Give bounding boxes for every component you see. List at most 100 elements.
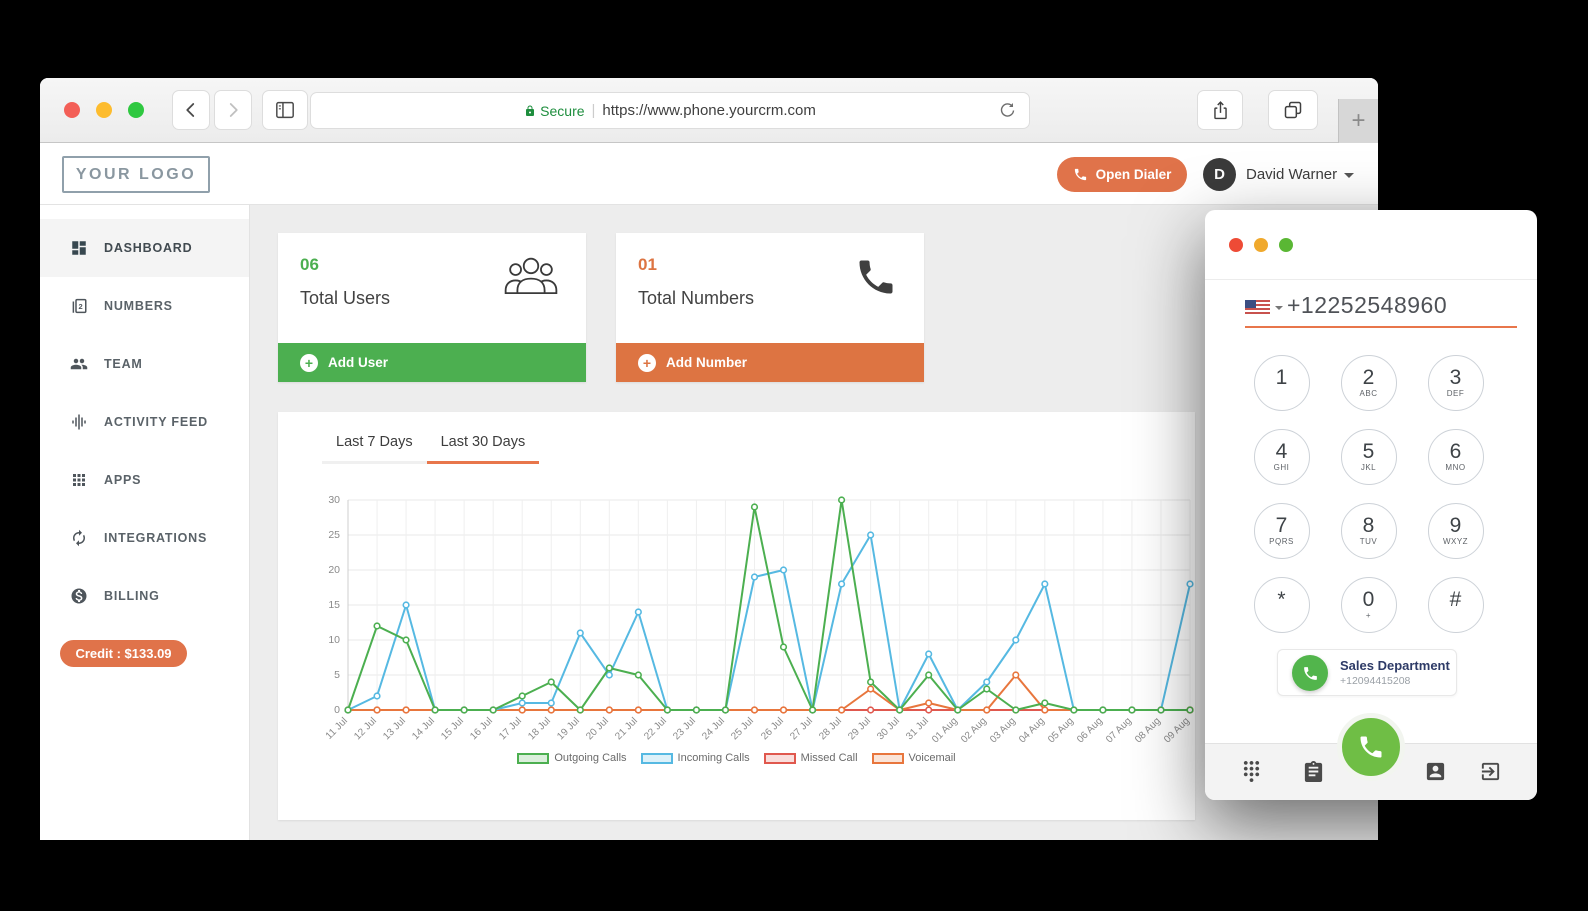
series-line-incoming-calls bbox=[347, 534, 1191, 711]
us-flag-icon[interactable] bbox=[1245, 300, 1270, 315]
key-digit: 5 bbox=[1362, 440, 1375, 463]
stat-label: Total Users bbox=[300, 288, 391, 308]
integrations-icon bbox=[73, 529, 85, 547]
chevron-left-icon bbox=[186, 103, 195, 117]
legend-label: Missed Call bbox=[800, 752, 858, 764]
key-9[interactable]: 9 WXYZ bbox=[1427, 503, 1484, 559]
sidebar-item-label: INTEGRATIONS bbox=[104, 531, 208, 545]
sidebar-item-billing[interactable]: BILLING bbox=[40, 567, 249, 625]
chart-legend: Outgoing Calls Incoming Calls Missed Call V… bbox=[278, 752, 1195, 764]
key-letters: PQRS bbox=[1269, 537, 1294, 546]
key-8[interactable]: 8 TUV bbox=[1340, 503, 1397, 559]
close-window-button[interactable] bbox=[64, 102, 80, 118]
new-tab-button[interactable]: + bbox=[1338, 99, 1378, 143]
dashboard-icon bbox=[72, 241, 86, 255]
stat-card-total-users: 06 Total Users + Add User bbox=[278, 233, 586, 382]
stat-label: Total Numbers bbox=[638, 288, 755, 308]
sidebar-item-activity-feed[interactable]: ACTIVITY FEED bbox=[40, 393, 249, 451]
apps-icon bbox=[73, 474, 85, 486]
share-button[interactable] bbox=[1197, 90, 1243, 130]
key-7[interactable]: 7 PQRS bbox=[1253, 503, 1310, 559]
dialed-number-field[interactable]: +12252548960 bbox=[1287, 292, 1447, 319]
y-axis-tick: 15 bbox=[328, 599, 340, 611]
tab-last-7-days[interactable]: Last 7 Days bbox=[322, 434, 427, 464]
browser-window: Secure | https://www.phone.yourcrm.com +… bbox=[40, 78, 1378, 840]
contact-phone-icon bbox=[1292, 655, 1328, 691]
forward-button[interactable] bbox=[214, 90, 252, 130]
key-digit: 2 bbox=[1362, 366, 1375, 389]
user-name: David Warner bbox=[1246, 166, 1338, 183]
key-letters: DEF bbox=[1446, 389, 1465, 398]
url-separator: | bbox=[591, 102, 596, 119]
card-action-label: Add User bbox=[328, 355, 389, 370]
dialer-zoom-button[interactable] bbox=[1279, 238, 1293, 252]
team-icon bbox=[70, 358, 88, 370]
key-0[interactable]: 0 + bbox=[1340, 577, 1397, 633]
open-dialer-button[interactable]: Open Dialer bbox=[1057, 157, 1187, 192]
sidebar-item-label: NUMBERS bbox=[104, 299, 173, 313]
dialer-close-button[interactable] bbox=[1229, 238, 1243, 252]
plus-circle-icon: + bbox=[300, 353, 318, 372]
key-hash[interactable]: # bbox=[1427, 577, 1484, 633]
legend-item-voicemail[interactable]: Voicemail bbox=[871, 752, 956, 764]
call-log-icon[interactable] bbox=[1302, 760, 1325, 788]
user-menu[interactable]: David Warner bbox=[1246, 166, 1355, 183]
minimize-window-button[interactable] bbox=[96, 102, 112, 118]
y-axis-tick: 5 bbox=[334, 669, 340, 681]
key-digit: 9 bbox=[1449, 514, 1462, 537]
tab-last-30-days[interactable]: Last 30 Days bbox=[426, 434, 540, 464]
dialer-minimize-button[interactable] bbox=[1254, 238, 1268, 252]
key-letters: MNO bbox=[1445, 463, 1466, 472]
app-header: YOUR LOGO Open Dialer D David Warner bbox=[40, 143, 1378, 205]
dialer-window: +12252548960 1 2 ABC 3 DEF 4 GHI 5 JKL 6 MNO 7 PQRS 8… bbox=[1205, 210, 1537, 800]
sidebar-item-label: APPS bbox=[104, 473, 142, 487]
contact-card[interactable]: Sales Department +12094415208 bbox=[1277, 649, 1457, 696]
sidebar-item-label: TEAM bbox=[104, 357, 143, 371]
card-action-label: Add Number bbox=[666, 355, 747, 370]
sidebar-item-dashboard[interactable]: DASHBOARD bbox=[40, 219, 249, 277]
key-1[interactable]: 1 bbox=[1253, 355, 1310, 411]
key-3[interactable]: 3 DEF bbox=[1427, 355, 1484, 411]
key-2[interactable]: 2 ABC bbox=[1340, 355, 1397, 411]
share-icon bbox=[1213, 100, 1227, 119]
plus-circle-icon: + bbox=[638, 353, 656, 372]
svg-text:2: 2 bbox=[78, 302, 83, 311]
sidebar-item-apps[interactable]: APPS bbox=[40, 451, 249, 509]
sidebar-item-team[interactable]: TEAM bbox=[40, 335, 249, 393]
call-button[interactable] bbox=[1337, 713, 1405, 781]
dialpad-icon[interactable] bbox=[1240, 760, 1263, 788]
chart-range-tabs: Last 7 Days Last 30 Days bbox=[322, 434, 540, 464]
key-5[interactable]: 5 JKL bbox=[1340, 429, 1397, 485]
legend-item-missed-call[interactable]: Missed Call bbox=[763, 752, 858, 764]
back-button[interactable] bbox=[172, 90, 210, 130]
url-text: https://www.phone.yourcrm.com bbox=[602, 102, 816, 119]
key-letters: + bbox=[1365, 611, 1372, 620]
refresh-button[interactable] bbox=[998, 101, 1017, 124]
legend-item-outgoing-calls[interactable]: Outgoing Calls bbox=[517, 752, 627, 764]
key-star[interactable]: * bbox=[1253, 577, 1310, 633]
sidebar-item-numbers[interactable]: 2 NUMBERS bbox=[40, 277, 249, 335]
show-tabs-button[interactable] bbox=[1268, 90, 1318, 130]
address-bar[interactable]: Secure | https://www.phone.yourcrm.com bbox=[310, 92, 1030, 129]
add-user-button[interactable]: + Add User bbox=[278, 343, 586, 382]
avatar[interactable]: D bbox=[1203, 158, 1236, 191]
refresh-icon bbox=[1000, 103, 1015, 117]
legend-swatch bbox=[517, 752, 550, 764]
sidebar-item-label: DASHBOARD bbox=[104, 241, 193, 255]
sidebar-toggle-button[interactable] bbox=[262, 90, 308, 130]
contacts-icon[interactable] bbox=[1424, 760, 1447, 788]
key-4[interactable]: 4 GHI bbox=[1253, 429, 1310, 485]
add-number-button[interactable]: + Add Number bbox=[616, 343, 924, 382]
key-letters: JKL bbox=[1360, 463, 1377, 472]
zoom-window-button[interactable] bbox=[128, 102, 144, 118]
sidebar-item-integrations[interactable]: INTEGRATIONS bbox=[40, 509, 249, 567]
y-axis-tick: 30 bbox=[328, 494, 340, 506]
legend-item-incoming-calls[interactable]: Incoming Calls bbox=[640, 752, 750, 764]
app-body: DASHBOARD 2 NUMBERS TEAM ACTIVITY FEED APPS IN… bbox=[40, 205, 1378, 840]
key-6[interactable]: 6 MNO bbox=[1427, 429, 1484, 485]
country-select-caret-icon[interactable] bbox=[1275, 306, 1283, 310]
exit-icon[interactable] bbox=[1479, 760, 1502, 788]
sidebar: DASHBOARD 2 NUMBERS TEAM ACTIVITY FEED APPS IN… bbox=[40, 205, 250, 840]
legend-swatch bbox=[871, 752, 904, 764]
key-digit: * bbox=[1277, 588, 1286, 611]
